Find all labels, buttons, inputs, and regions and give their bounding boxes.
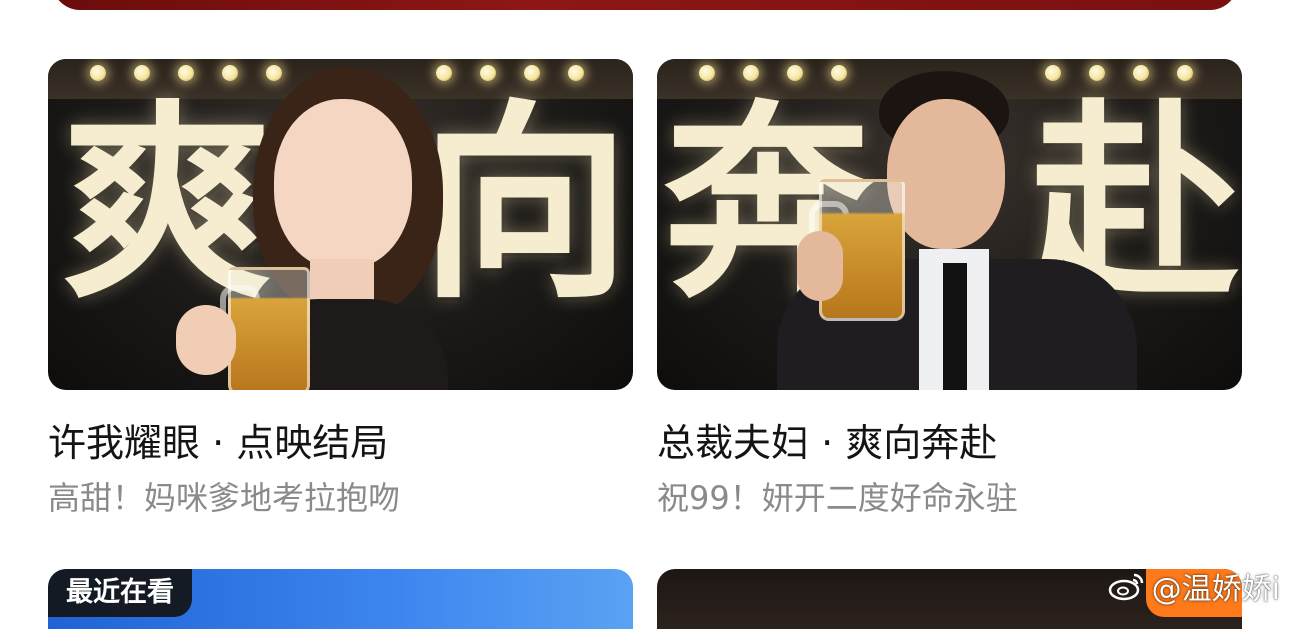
drama-thumbnail-1[interactable]: 爽 向 [48,59,633,390]
drama-card-1[interactable]: 爽 向 许我耀眼 · 点映结局 高甜！妈咪爹地考拉抱吻 [48,59,633,518]
drama-card-2[interactable]: 奔 赴 总裁夫妇 · 爽向奔赴 祝99！妍开二度好命永驻 [657,59,1242,518]
drama-thumbnail-2[interactable]: 奔 赴 [657,59,1242,390]
weibo-watermark: @温娇娇i [1108,566,1280,607]
beer-mug [228,267,310,390]
weibo-logo-icon [1108,573,1143,601]
top-banner-card[interactable] [52,0,1238,10]
card-subtitle: 高甜！妈咪爹地考拉抱吻 [48,479,401,517]
actor-tie [943,263,967,390]
card-title[interactable]: 许我耀眼 · 点映结局 [48,420,633,466]
poster-char-2: 向 [420,80,631,327]
card-title[interactable]: 总裁夫妇 · 爽向奔赴 [657,420,1242,466]
recently-watched-badge: 最近在看 [48,569,192,617]
watermark-text: @温娇娇i [1151,572,1280,607]
actress-face [274,99,412,269]
card-subtitle: 祝99！妍开二度好命永驻 [657,479,1018,517]
drama-card-3[interactable]: 最近在看 [48,569,633,629]
